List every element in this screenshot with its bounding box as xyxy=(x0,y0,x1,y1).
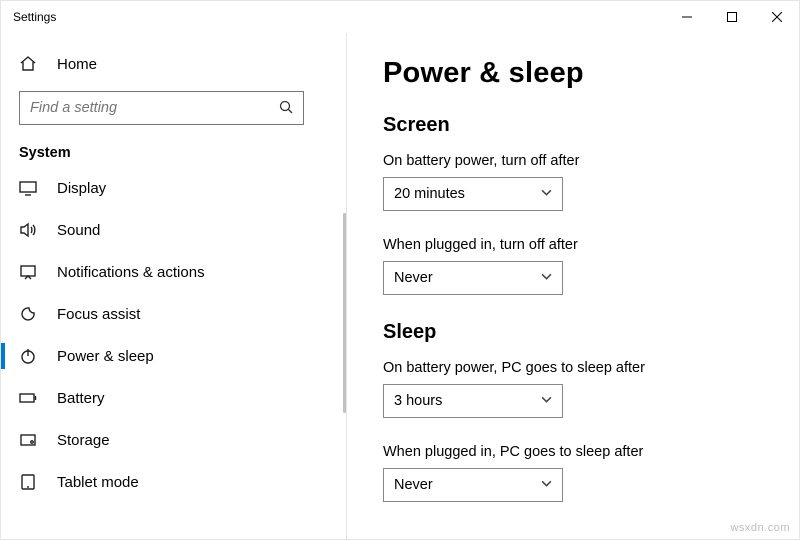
section-header-screen: Screen xyxy=(383,114,763,137)
sound-icon xyxy=(19,221,37,239)
sidebar-item-display[interactable]: Display xyxy=(1,167,346,209)
titlebar: Settings xyxy=(1,1,799,33)
dropdown-value: 20 minutes xyxy=(394,186,541,202)
section-header-sleep: Sleep xyxy=(383,321,763,344)
screen-battery-dropdown[interactable]: 20 minutes xyxy=(383,177,563,211)
home-icon xyxy=(19,55,37,73)
power-icon xyxy=(19,347,37,365)
chevron-down-icon xyxy=(541,271,552,285)
dropdown-value: 3 hours xyxy=(394,393,541,409)
window-controls xyxy=(664,1,799,33)
sidebar-item-power-sleep[interactable]: Power & sleep xyxy=(1,335,346,377)
sleep-plugged-dropdown[interactable]: Never xyxy=(383,468,563,502)
sidebar-item-notifications[interactable]: Notifications & actions xyxy=(1,251,346,293)
storage-icon xyxy=(19,431,37,449)
content-pane: Power & sleep Screen On battery power, t… xyxy=(347,33,799,539)
chevron-down-icon xyxy=(541,394,552,408)
sidebar-group-header: System xyxy=(1,135,346,167)
sleep-battery-dropdown[interactable]: 3 hours xyxy=(383,384,563,418)
sleep-plugged-label: When plugged in, PC goes to sleep after xyxy=(383,444,763,460)
search-field[interactable] xyxy=(30,100,279,116)
search-input[interactable] xyxy=(19,91,304,125)
sidebar-item-focus-assist[interactable]: Focus assist xyxy=(1,293,346,335)
search-icon xyxy=(279,100,293,117)
dropdown-value: Never xyxy=(394,270,541,286)
focus-assist-icon xyxy=(19,305,37,323)
minimize-button[interactable] xyxy=(664,1,709,33)
sidebar-item-label: Home xyxy=(57,56,97,73)
maximize-button[interactable] xyxy=(709,1,754,33)
battery-icon xyxy=(19,389,37,407)
sleep-battery-label: On battery power, PC goes to sleep after xyxy=(383,360,763,376)
sidebar-item-sound[interactable]: Sound xyxy=(1,209,346,251)
sidebar-item-home[interactable]: Home xyxy=(1,47,346,81)
sidebar-item-battery[interactable]: Battery xyxy=(1,377,346,419)
chevron-down-icon xyxy=(541,187,552,201)
window-title: Settings xyxy=(13,10,56,24)
notifications-icon xyxy=(19,263,37,281)
sidebar-item-tablet-mode[interactable]: Tablet mode xyxy=(1,461,346,503)
sidebar-item-storage[interactable]: Storage xyxy=(1,419,346,461)
page-title: Power & sleep xyxy=(383,57,763,90)
display-icon xyxy=(19,179,37,197)
sidebar-item-label: Tablet mode xyxy=(57,474,139,491)
sidebar-item-label: Battery xyxy=(57,390,105,407)
sidebar: Home System Display Sound xyxy=(1,33,347,539)
sidebar-item-label: Focus assist xyxy=(57,306,140,323)
sidebar-item-label: Power & sleep xyxy=(57,348,154,365)
sidebar-item-label: Notifications & actions xyxy=(57,264,205,281)
sidebar-scrollbar-thumb[interactable] xyxy=(343,213,346,413)
tablet-icon xyxy=(19,473,37,491)
sidebar-scrollbar[interactable] xyxy=(340,33,346,539)
watermark: wsxdn.com xyxy=(730,522,790,534)
screen-plugged-dropdown[interactable]: Never xyxy=(383,261,563,295)
close-button[interactable] xyxy=(754,1,799,33)
screen-plugged-label: When plugged in, turn off after xyxy=(383,237,763,253)
screen-battery-label: On battery power, turn off after xyxy=(383,153,763,169)
sidebar-item-label: Storage xyxy=(57,432,110,449)
sidebar-item-label: Sound xyxy=(57,222,100,239)
sidebar-item-label: Display xyxy=(57,180,106,197)
chevron-down-icon xyxy=(541,478,552,492)
dropdown-value: Never xyxy=(394,477,541,493)
